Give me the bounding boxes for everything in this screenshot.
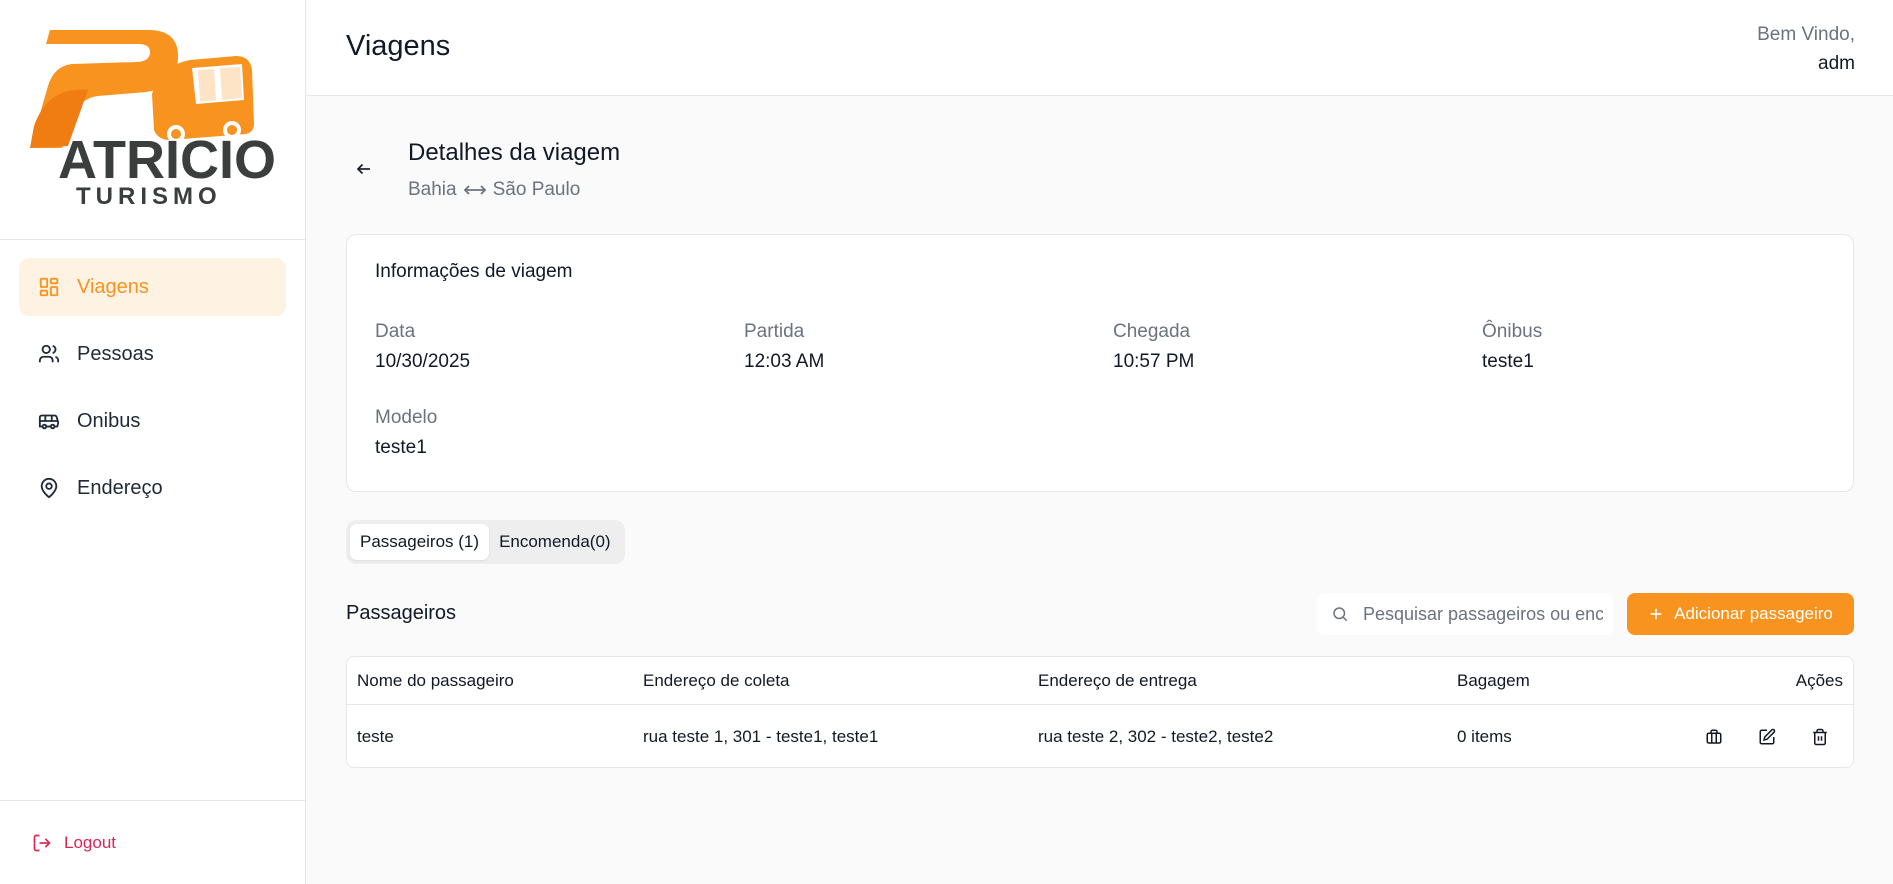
sidebar-item-pessoas[interactable]: Pessoas	[19, 325, 286, 383]
logo-text-top: ATRICIO	[58, 130, 276, 190]
field-value: teste1	[1482, 351, 1534, 372]
arrow-left-right-icon	[463, 185, 486, 195]
field-value: 10:57 PM	[1113, 351, 1195, 372]
column-header: Bagagem	[1457, 670, 1530, 690]
field-value: teste1	[375, 437, 427, 458]
main-content: Detalhes da viagem Bahia São Paulo Infor…	[307, 97, 1893, 884]
logout-icon	[32, 833, 52, 853]
field-onibus: Ônibus teste1	[1482, 321, 1542, 373]
sidebar-item-onibus[interactable]: Onibus	[19, 392, 286, 450]
field-label: Chegada	[1113, 321, 1191, 342]
add-passenger-button[interactable]: Adicionar passageiro	[1627, 593, 1854, 635]
route-summary: Bahia São Paulo	[408, 179, 580, 201]
sidebar-item-label: Viagens	[77, 275, 149, 298]
cell-pickup: rua teste 1, 301 - teste1, teste1	[643, 726, 879, 746]
field-chegada: Chegada 10:57 PM	[1113, 321, 1194, 373]
users-icon	[37, 342, 61, 366]
column-header: Endereço de coleta	[643, 670, 790, 690]
top-header: Viagens Bem Vindo, adm	[307, 0, 1893, 96]
tab-passageiros[interactable]: Passageiros (1)	[350, 524, 490, 560]
route-destination: São Paulo	[492, 179, 581, 200]
section-title: Passageiros	[346, 602, 457, 624]
field-label: Data	[375, 321, 416, 342]
trash-icon[interactable]	[1807, 724, 1833, 750]
welcome-username: adm	[1818, 53, 1855, 74]
column-header: Ações	[1795, 670, 1843, 690]
cell-baggage: 0 items	[1457, 726, 1512, 746]
search-input[interactable]	[1363, 603, 1603, 625]
logout-button[interactable]: Logout	[0, 800, 305, 884]
back-button[interactable]	[352, 157, 376, 181]
briefcase-icon[interactable]	[1701, 724, 1727, 750]
passengers-table: Nome do passageiro Endereço de coleta En…	[346, 656, 1854, 768]
welcome-greeting: Bem Vindo,	[1757, 24, 1855, 45]
row-actions	[1701, 705, 1833, 767]
patricio-turismo-logo: ATRICIO TURISMO	[30, 30, 276, 210]
field-data: Data 10/30/2025	[375, 321, 470, 373]
table-header: Nome do passageiro Endereço de coleta En…	[347, 657, 1853, 705]
field-partida: Partida 12:03 AM	[744, 321, 824, 373]
column-header: Endereço de entrega	[1038, 670, 1197, 690]
search-icon	[1331, 605, 1349, 623]
table-row: teste rua teste 1, 301 - teste1, teste1 …	[347, 705, 1853, 767]
column-header: Nome do passageiro	[357, 670, 514, 690]
sidebar-item-endereco[interactable]: Endereço	[19, 459, 286, 517]
page-title: Viagens	[346, 30, 451, 62]
bus-icon	[37, 409, 61, 433]
field-label: Modelo	[375, 407, 438, 428]
field-modelo: Modelo teste1	[375, 407, 437, 459]
trip-info-title: Informações de viagem	[375, 261, 573, 282]
route-origin: Bahia	[408, 179, 457, 200]
tabs: Passageiros (1) Encomenda(0)	[346, 520, 625, 564]
field-label: Ônibus	[1482, 321, 1543, 342]
trip-info-card: Informações de viagem Data 10/30/2025 Pa…	[346, 234, 1854, 492]
plus-icon	[1648, 606, 1664, 622]
field-label: Partida	[744, 321, 805, 342]
logo-text-bottom: TURISMO	[76, 183, 222, 210]
add-passenger-label: Adicionar passageiro	[1674, 604, 1833, 623]
cell-delivery: rua teste 2, 302 - teste2, teste2	[1038, 726, 1274, 746]
sidebar-item-label: Onibus	[77, 409, 141, 432]
sidebar-item-label: Pessoas	[77, 342, 154, 365]
field-value: 10/30/2025	[375, 351, 471, 372]
edit-icon[interactable]	[1754, 724, 1780, 750]
sidebar-item-viagens[interactable]: Viagens	[19, 258, 286, 316]
sidebar-nav: Viagens Pessoas Onibus Endereço	[0, 240, 305, 517]
search-box	[1317, 593, 1613, 635]
tab-encomenda[interactable]: Encomenda(0)	[489, 524, 621, 560]
logout-label: Logout	[64, 832, 116, 852]
dashboard-icon	[37, 275, 61, 299]
logo-area: ATRICIO TURISMO	[0, 0, 305, 240]
sidebar-item-label: Endereço	[77, 476, 163, 499]
field-value: 12:03 AM	[744, 351, 825, 372]
welcome-message: Bem Vindo, adm	[1757, 20, 1855, 78]
map-pin-icon	[37, 476, 61, 500]
cell-name: teste	[357, 726, 394, 746]
sidebar: ATRICIO TURISMO Viagens Pessoas Onibus E…	[0, 0, 306, 884]
arrow-left-icon	[356, 163, 370, 175]
detail-title: Detalhes da viagem	[408, 139, 621, 166]
